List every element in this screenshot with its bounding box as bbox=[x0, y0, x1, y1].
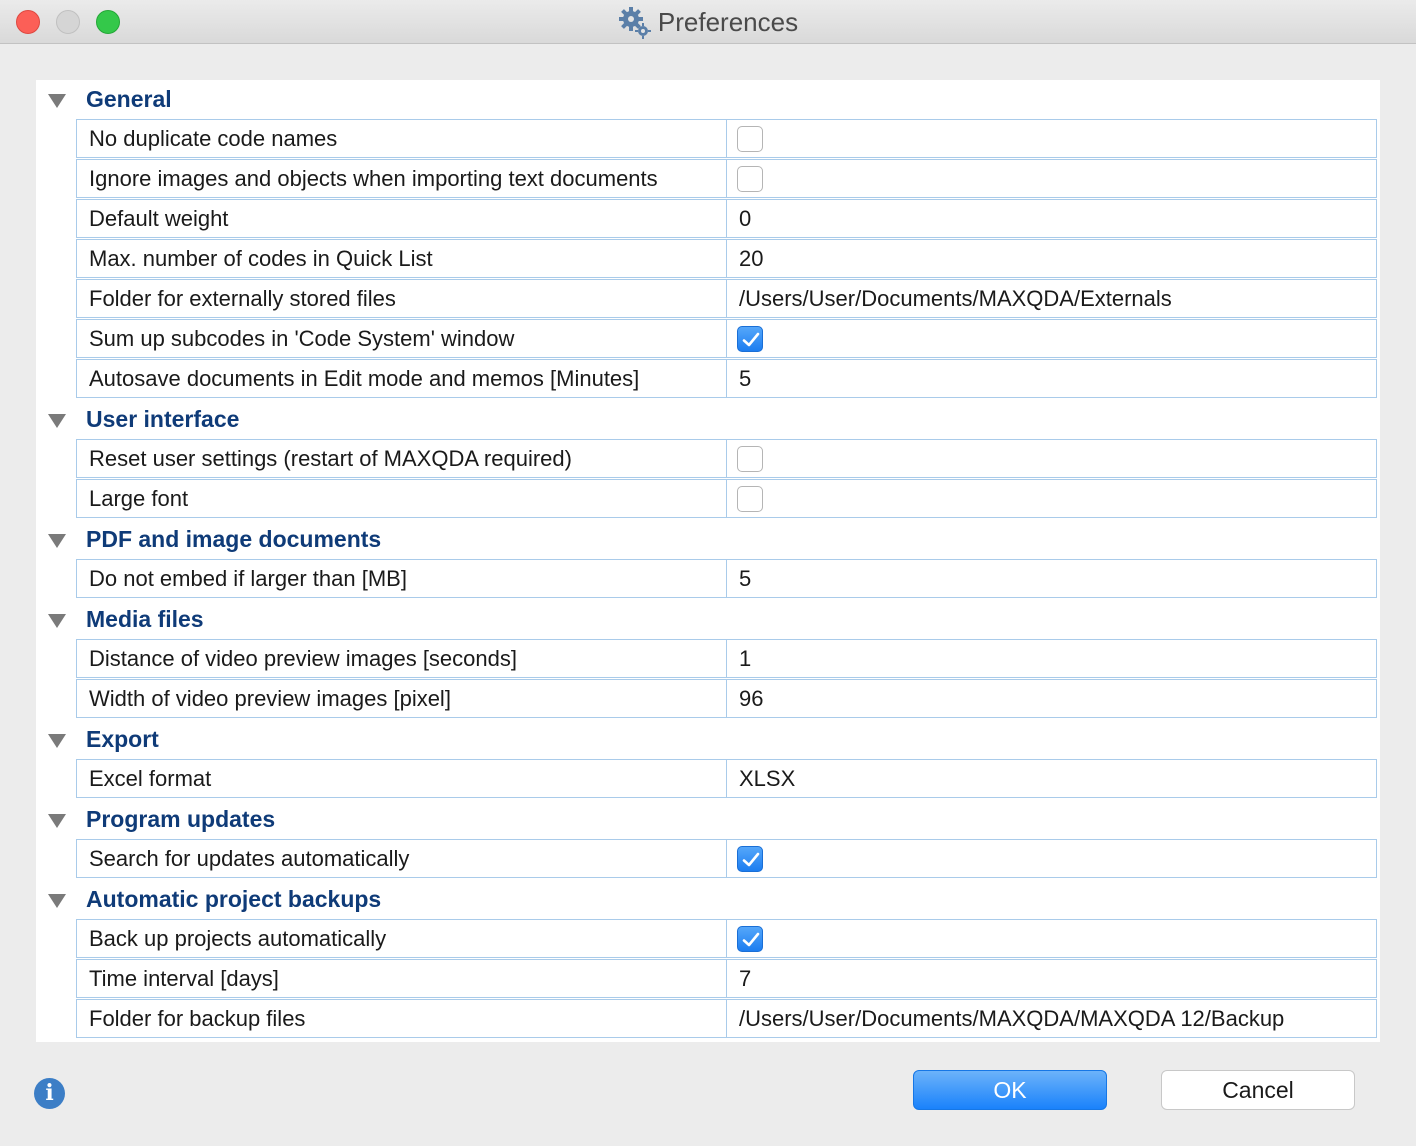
preference-row: Do not embed if larger than [MB] 5 bbox=[76, 559, 1377, 598]
disclosure-triangle-icon[interactable] bbox=[48, 894, 66, 908]
section-title: Automatic project backups bbox=[86, 886, 382, 912]
section-title: Export bbox=[86, 726, 159, 752]
preference-row: Default weight 0 bbox=[76, 199, 1377, 238]
preference-label: Default weight bbox=[77, 200, 727, 237]
preference-row: Time interval [days] 7 bbox=[76, 959, 1377, 998]
preference-value-cell bbox=[727, 320, 1376, 357]
preference-value-cell bbox=[727, 840, 1376, 877]
preference-checkbox[interactable] bbox=[737, 166, 763, 192]
disclosure-triangle-icon[interactable] bbox=[48, 534, 66, 548]
preference-value-field[interactable]: /Users/User/Documents/MAXQDA/MAXQDA 12/B… bbox=[727, 1000, 1376, 1037]
preference-row: No duplicate code names bbox=[76, 119, 1377, 158]
checkmark-icon bbox=[742, 852, 760, 867]
section-header[interactable]: Media files bbox=[36, 600, 1380, 640]
preference-label: Do not embed if larger than [MB] bbox=[77, 560, 727, 597]
checkmark-icon bbox=[742, 932, 760, 947]
preference-label: Autosave documents in Edit mode and memo… bbox=[77, 360, 727, 397]
disclosure-triangle-icon[interactable] bbox=[48, 614, 66, 628]
section-title: User interface bbox=[86, 406, 240, 432]
preference-row: Max. number of codes in Quick List 20 bbox=[76, 239, 1377, 278]
section-title: General bbox=[86, 86, 172, 112]
preference-row: Autosave documents in Edit mode and memo… bbox=[76, 359, 1377, 398]
preference-value-field[interactable]: 7 bbox=[727, 960, 1376, 997]
preference-value-cell bbox=[727, 120, 1376, 157]
section-title: PDF and image documents bbox=[86, 526, 382, 552]
cancel-button[interactable]: Cancel bbox=[1161, 1070, 1355, 1110]
preference-row: Back up projects automatically bbox=[76, 919, 1377, 958]
preference-label: Reset user settings (restart of MAXQDA r… bbox=[77, 440, 727, 477]
preference-value-field[interactable]: 5 bbox=[727, 560, 1376, 597]
preference-value-field[interactable]: 20 bbox=[727, 240, 1376, 277]
preference-row: Width of video preview images [pixel] 96 bbox=[76, 679, 1377, 718]
preference-checkbox[interactable] bbox=[737, 446, 763, 472]
preference-row: Folder for externally stored files/Users… bbox=[76, 279, 1377, 318]
preference-row: Search for updates automatically bbox=[76, 839, 1377, 878]
preferences-panel: General No duplicate code names Ignore ima… bbox=[36, 80, 1380, 1042]
preference-value-field[interactable]: XLSX bbox=[727, 760, 1376, 797]
preference-value-cell bbox=[727, 440, 1376, 477]
info-icon[interactable]: i bbox=[34, 1078, 65, 1109]
preference-label: Width of video preview images [pixel] bbox=[77, 680, 727, 717]
preference-label: No duplicate code names bbox=[77, 120, 727, 157]
preference-row: Distance of video preview images [second… bbox=[76, 639, 1377, 678]
preference-label: Distance of video preview images [second… bbox=[77, 640, 727, 677]
preference-label: Search for updates automatically bbox=[77, 840, 727, 877]
preference-row: Reset user settings (restart of MAXQDA r… bbox=[76, 439, 1377, 478]
preference-label: Folder for externally stored files bbox=[77, 280, 727, 317]
title-bar: Preferences bbox=[0, 0, 1416, 44]
preference-label: Sum up subcodes in 'Code System' window bbox=[77, 320, 727, 357]
preference-row: Sum up subcodes in 'Code System' window bbox=[76, 319, 1377, 358]
preference-row: Folder for backup files/Users/User/Docum… bbox=[76, 999, 1377, 1038]
section-header[interactable]: User interface bbox=[36, 400, 1380, 440]
preference-value-cell bbox=[727, 160, 1376, 197]
disclosure-triangle-icon[interactable] bbox=[48, 414, 66, 428]
section-header[interactable]: PDF and image documents bbox=[36, 520, 1380, 560]
disclosure-triangle-icon[interactable] bbox=[48, 814, 66, 828]
preference-label: Folder for backup files bbox=[77, 1000, 727, 1037]
section-title: Media files bbox=[86, 606, 204, 632]
preference-label: Time interval [days] bbox=[77, 960, 727, 997]
preference-value-field[interactable]: 1 bbox=[727, 640, 1376, 677]
preference-checkbox[interactable] bbox=[737, 326, 763, 352]
preference-label: Excel format bbox=[77, 760, 727, 797]
preference-checkbox[interactable] bbox=[737, 126, 763, 152]
preference-row: Ignore images and objects when importing… bbox=[76, 159, 1377, 198]
preference-row: Large font bbox=[76, 479, 1377, 518]
section-header[interactable]: General bbox=[36, 80, 1380, 120]
preference-label: Back up projects automatically bbox=[77, 920, 727, 957]
preference-label: Max. number of codes in Quick List bbox=[77, 240, 727, 277]
section-header[interactable]: Program updates bbox=[36, 800, 1380, 840]
preference-label: Ignore images and objects when importing… bbox=[77, 160, 727, 197]
preference-row: Excel format XLSX bbox=[76, 759, 1377, 798]
preference-checkbox[interactable] bbox=[737, 846, 763, 872]
section-header[interactable]: Export bbox=[36, 720, 1380, 760]
preference-value-field[interactable]: 96 bbox=[727, 680, 1376, 717]
window-title: Preferences bbox=[657, 6, 799, 37]
ok-button[interactable]: OK bbox=[913, 1070, 1107, 1110]
preference-value-field[interactable]: 5 bbox=[727, 360, 1376, 397]
section-title: Program updates bbox=[86, 806, 276, 832]
disclosure-triangle-icon[interactable] bbox=[48, 734, 66, 748]
preference-checkbox[interactable] bbox=[737, 486, 763, 512]
disclosure-triangle-icon[interactable] bbox=[48, 94, 66, 108]
gear-icon bbox=[618, 7, 651, 39]
preference-value-cell bbox=[727, 480, 1376, 517]
preference-checkbox[interactable] bbox=[737, 926, 763, 952]
preference-value-field[interactable]: 0 bbox=[727, 200, 1376, 237]
preference-label: Large font bbox=[77, 480, 727, 517]
checkmark-icon bbox=[742, 332, 760, 347]
section-header[interactable]: Automatic project backups bbox=[36, 880, 1380, 920]
preference-value-field[interactable]: /Users/User/Documents/MAXQDA/Externals bbox=[727, 280, 1376, 317]
preference-value-cell bbox=[727, 920, 1376, 957]
